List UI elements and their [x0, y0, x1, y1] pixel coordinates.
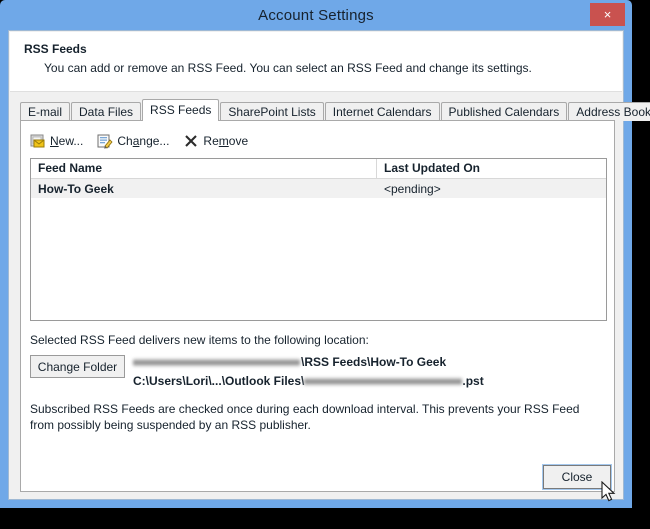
subscription-note: Subscribed RSS Feeds are checked once du… — [30, 402, 580, 432]
account-settings-window: Account Settings × RSS Feeds You can add… — [0, 0, 650, 508]
close-button-label: Close — [561, 470, 593, 484]
list-header-row: Feed Name Last Updated On — [31, 159, 606, 179]
remove-x-icon — [183, 133, 199, 149]
cell-last-updated-on: <pending> — [384, 181, 441, 196]
location-label: Selected RSS Feed delivers new items to … — [30, 333, 369, 347]
new-button[interactable]: New... — [30, 133, 83, 149]
dialog-client-area: RSS Feeds You can add or remove an RSS F… — [8, 30, 650, 500]
delivery-path-suffix: \RSS Feeds\How-To Geek — [301, 355, 447, 369]
feed-list[interactable]: Feed Name Last Updated On How-To Geek <p… — [30, 158, 607, 321]
feed-toolbar: New... Change... Remove — [30, 130, 262, 152]
tab-sharepoint-lists[interactable]: SharePoint Lists — [220, 102, 324, 121]
close-icon[interactable]: × — [590, 3, 625, 26]
tab-rss-feeds[interactable]: RSS Feeds — [142, 99, 220, 121]
title-bar: Account Settings — [0, 0, 632, 30]
delivery-path-line-2: C:\Users\Lori\...\Outlook Files\ .pst — [133, 374, 484, 388]
change-folder-button-label: Change Folder — [37, 359, 118, 374]
tab-published-calendars[interactable]: Published Calendars — [440, 102, 568, 121]
delivery-file-suffix: .pst — [462, 374, 484, 388]
column-header-last-updated-on[interactable]: Last Updated On — [377, 159, 606, 178]
change-folder-button[interactable]: Change Folder — [30, 355, 125, 378]
tab-page-rss-feeds: New... Change... Remove Feed Name Last U… — [20, 120, 615, 492]
tab-address-books[interactable]: Address Books — [568, 102, 650, 121]
table-row[interactable]: How-To Geek <pending> — [31, 179, 606, 198]
delivery-path-line-1: \RSS Feeds\How-To Geek — [133, 355, 446, 369]
header-panel: RSS Feeds You can add or remove an RSS F… — [10, 32, 622, 92]
remove-button[interactable]: Remove — [183, 133, 248, 149]
page-title: RSS Feeds — [24, 42, 87, 56]
redacted-path-segment — [133, 357, 300, 367]
tab-email[interactable]: E-mail — [20, 102, 71, 121]
close-button[interactable]: Close — [542, 464, 612, 490]
page-subtitle: You can add or remove an RSS Feed. You c… — [44, 61, 532, 75]
remove-button-label: Remove — [203, 134, 249, 148]
change-feed-icon — [97, 133, 113, 149]
tab-internet-calendars[interactable]: Internet Calendars — [324, 102, 440, 121]
cell-feed-name: How-To Geek — [38, 181, 114, 196]
tab-strip: E-mail Data Files RSS Feeds SharePoint L… — [9, 99, 650, 121]
delivery-file-prefix: C:\Users\Lori\...\Outlook Files\ — [133, 374, 305, 388]
new-button-label: New... — [50, 134, 84, 148]
column-header-feed-name[interactable]: Feed Name — [31, 159, 377, 178]
tab-data-files[interactable]: Data Files — [71, 102, 142, 121]
new-feed-icon — [30, 133, 46, 149]
change-button-label: Change... — [117, 134, 170, 148]
redacted-file-segment — [304, 376, 463, 386]
close-icon-glyph: × — [603, 7, 612, 22]
change-button[interactable]: Change... — [97, 133, 169, 149]
window-title: Account Settings — [258, 6, 374, 24]
